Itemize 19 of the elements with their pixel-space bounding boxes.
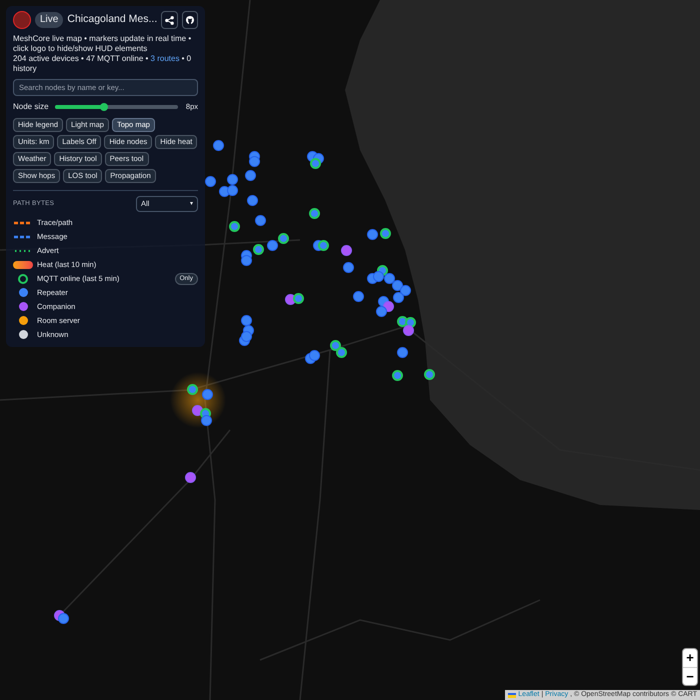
flag-icon	[508, 692, 516, 698]
share-icon	[164, 16, 174, 24]
zoom-out-button[interactable]: −	[683, 667, 697, 685]
node-size-slider[interactable]	[54, 105, 178, 109]
share-button[interactable]	[161, 11, 178, 29]
github-button[interactable]	[182, 11, 198, 29]
node-size-label: Node size	[13, 101, 49, 113]
logo-icon[interactable]	[13, 11, 31, 29]
map-marker[interactable]	[249, 156, 260, 167]
cat-icon	[184, 15, 195, 25]
stats-text: 204 active devices • 47 MQTT online • 3 routes • 0 history	[13, 54, 192, 74]
map-title: Chicagoland Mes...	[67, 12, 158, 28]
description-text: MeshCore live map • markers update in real time • click logo to hide/show HUD elements	[13, 34, 192, 54]
zoom-in-button[interactable]: +	[683, 649, 697, 667]
live-badge: Live	[35, 12, 64, 28]
slider-thumb[interactable]	[100, 103, 108, 111]
map-marker[interactable]	[318, 240, 329, 251]
routes-link[interactable]: 3 routes	[150, 54, 180, 63]
heat-gradient-icon	[13, 260, 33, 268]
